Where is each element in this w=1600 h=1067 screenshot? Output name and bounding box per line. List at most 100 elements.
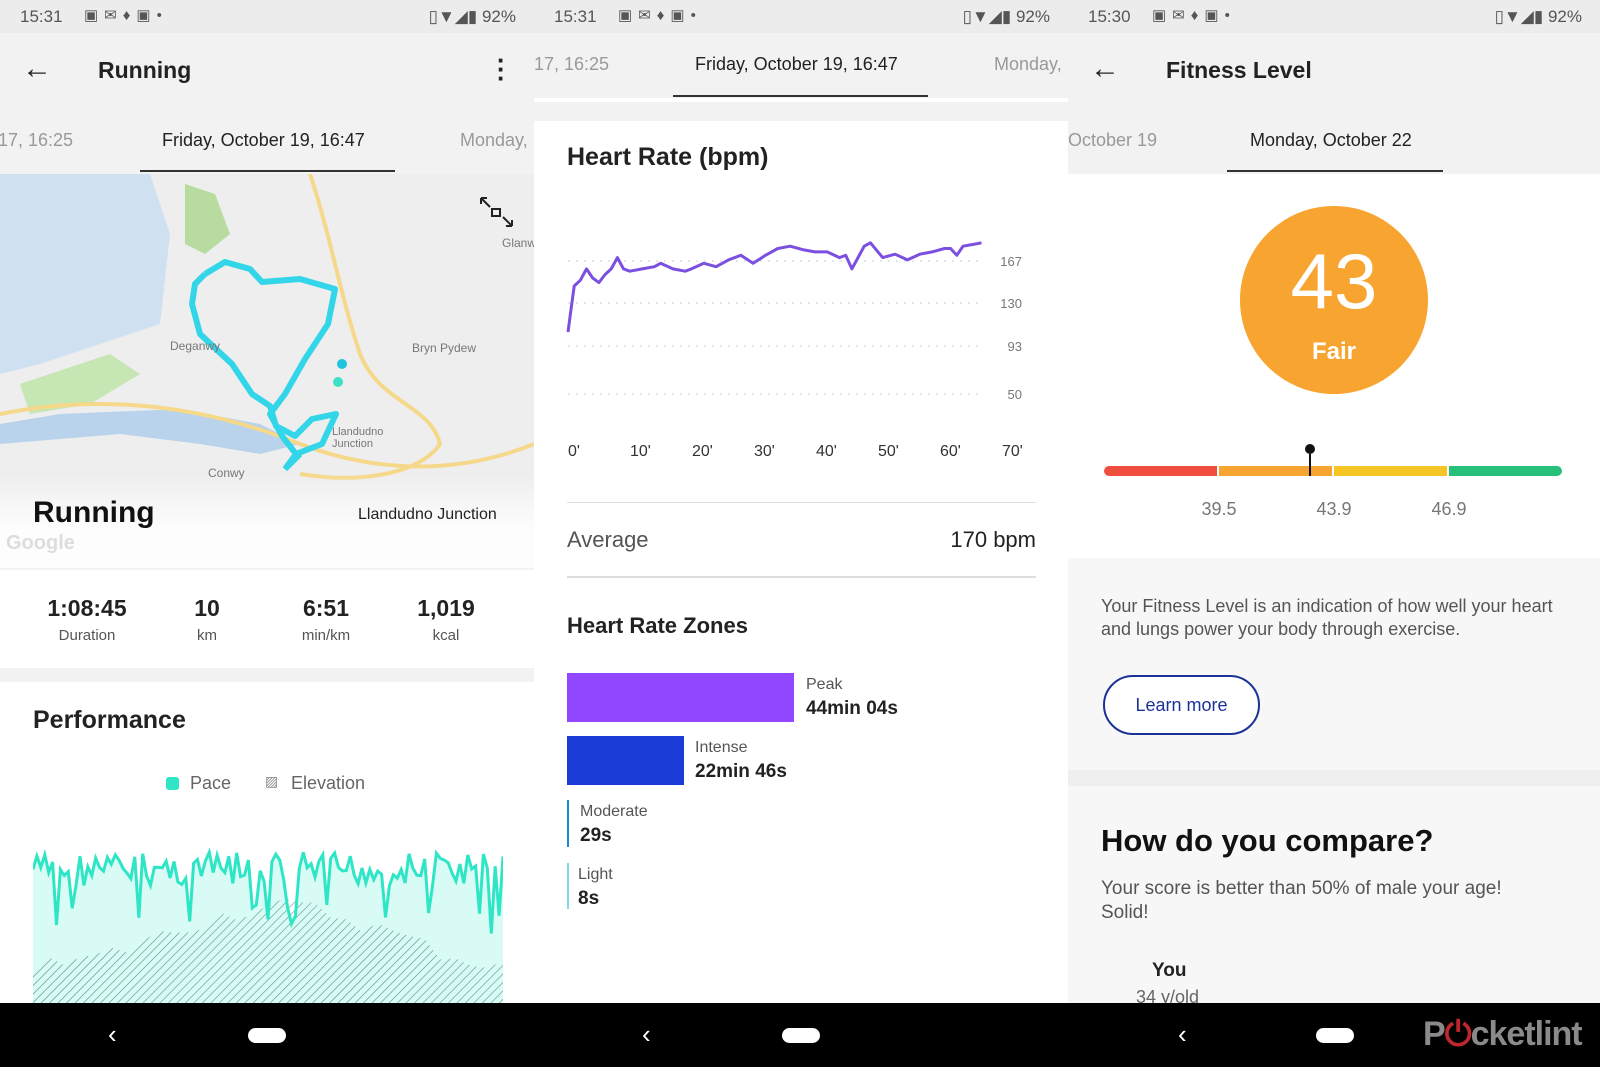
zone-bar-intense	[567, 736, 684, 785]
pace-chart	[33, 847, 503, 1003]
more-options-icon[interactable]: · · ·	[497, 47, 506, 91]
stat-duration: 1:08:45	[47, 595, 127, 621]
battery-percent: 92%	[481, 7, 516, 26]
zone-name: Peak	[806, 676, 843, 693]
you-label: You	[1152, 960, 1187, 981]
x-tick-label: 40'	[816, 443, 837, 460]
learn-more-button[interactable]: Learn more	[1103, 675, 1260, 735]
fitness-level-screen: 15:30 ▣✉♦▣• ▯▼◢▮ 92% ← Fitness Level Oct…	[1068, 0, 1600, 1003]
tab-previous[interactable]: 17, 16:25	[0, 130, 73, 151]
running-screen: 15:31 ▣✉♦▣• ▯▼◢▮ 92% ← Running · · · 17, 1…	[0, 0, 534, 1003]
zone-time: 44min 04s	[806, 698, 898, 719]
x-tick-label: 50'	[878, 443, 899, 460]
tab-current[interactable]: Monday, October 22	[1250, 130, 1412, 151]
performance-title: Performance	[33, 706, 186, 734]
stats-row: 1:08:45 Duration 10 km 6:51 min/km 1,019…	[0, 570, 534, 668]
pace-legend-swatch	[166, 777, 179, 790]
gauge-segment-poor	[1104, 466, 1217, 476]
tab-next[interactable]: Monday,	[460, 130, 528, 151]
average-label: Average	[567, 527, 649, 552]
compare-title: How do you compare?	[1101, 823, 1434, 858]
map-location-label: Llandudno Junction	[358, 506, 497, 523]
x-tick-label: 20'	[692, 443, 713, 460]
map-label: Deganwy	[170, 339, 221, 353]
fitness-rating: Fair	[1311, 338, 1356, 365]
elevation-legend-icon: ▨	[265, 773, 279, 789]
y-tick-label: 93	[1008, 339, 1022, 354]
x-tick-label: 0'	[568, 443, 580, 460]
gauge-segment-excellent	[1449, 466, 1562, 476]
score-circle: 43 Fair	[1240, 206, 1428, 394]
x-tick-label: 10'	[630, 443, 651, 460]
heart-rate-line	[566, 241, 982, 333]
tab-previous[interactable]: October 19	[1068, 130, 1157, 151]
battery-percent: 92%	[1015, 7, 1050, 26]
score-card: 43 Fair 39.5 43.9 46.9	[1068, 174, 1600, 558]
zone-time: 29s	[580, 825, 612, 846]
status-time: 15:31	[554, 7, 597, 26]
legend-pace: Pace	[190, 773, 232, 793]
battery-status: ▯▼◢▮ 92%	[428, 7, 516, 26]
tab-current[interactable]: Friday, October 19, 16:47	[695, 54, 898, 75]
zones-title: Heart Rate Zones	[567, 613, 748, 638]
zone-bar-moderate	[567, 800, 569, 847]
tab-next[interactable]: Monday,	[994, 54, 1062, 75]
battery-status: ▯▼◢▮ 92%	[962, 7, 1050, 26]
status-time: 15:30	[1088, 7, 1131, 26]
heart-rate-title: Heart Rate (bpm)	[567, 143, 769, 171]
pocketlint-watermark: P⏻cketlint	[1423, 1015, 1583, 1053]
route-map[interactable]: Deganwy Bryn Pydew Conwy Glanw Llandudno…	[0, 174, 534, 568]
tab-previous[interactable]: 17, 16:25	[534, 54, 609, 75]
stat-label: km	[197, 627, 217, 644]
map-activity-label: Running	[33, 496, 155, 529]
average-value: 170 bpm	[950, 527, 1036, 552]
you-age: 34 y/old	[1136, 987, 1200, 1003]
back-arrow-icon[interactable]: ←	[22, 52, 52, 86]
nav-back-icon[interactable]: ‹	[1178, 1019, 1187, 1050]
x-tick-label: 70'	[1002, 443, 1023, 460]
stat-distance: 10	[194, 595, 220, 621]
map-label: Llandudno Junction	[332, 426, 384, 450]
back-arrow-icon[interactable]: ←	[1090, 52, 1120, 86]
nav-home-button[interactable]	[782, 1028, 820, 1043]
notification-icons: ▣✉♦▣•	[618, 7, 702, 24]
page-title: Running	[98, 57, 192, 83]
nav-home-button[interactable]	[1316, 1028, 1354, 1043]
fitness-description: Your Fitness Level is an indication of h…	[1101, 596, 1553, 639]
map-label: Glanw	[502, 236, 534, 250]
zone-name: Moderate	[580, 803, 648, 820]
y-tick-label: 167	[1000, 254, 1022, 269]
tab-current[interactable]: Friday, October 19, 16:47	[162, 130, 365, 151]
heart-rate-chart: 50 93 130 167 0' 10' 20' 30' 40' 50' 60' 70'	[566, 241, 1023, 460]
expand-icon	[480, 197, 513, 227]
gauge-tick: 43.9	[1316, 499, 1352, 519]
heart-rate-card: Heart Rate (bpm) 50 93 130 167 0' 10' 20' 30' 40…	[534, 121, 1068, 976]
tab-indicator	[1227, 170, 1443, 172]
compare-text: Your score is better than 50% of male yo…	[1101, 878, 1502, 923]
stat-calories: 1,019	[417, 595, 475, 621]
status-time: 15:31	[20, 7, 63, 26]
tab-indicator	[673, 95, 928, 97]
stat-label: kcal	[432, 627, 460, 644]
stat-label: min/km	[301, 627, 351, 644]
zone-name: Light	[578, 866, 613, 883]
map-label: Bryn Pydew	[412, 341, 477, 355]
zone-name: Intense	[695, 739, 748, 756]
nav-back-icon[interactable]: ‹	[108, 1019, 117, 1050]
heart-rate-screen: 15:31 ▣✉♦▣• ▯▼◢▮ 92% 17, 16:25 Friday, O…	[534, 0, 1068, 1003]
zone-time: 8s	[578, 888, 600, 909]
performance-card: Performance Pace ▨ Elevation	[0, 682, 534, 1003]
map-watermark: Google	[6, 532, 75, 554]
zone-bar-light	[567, 863, 569, 909]
map-label: Conwy	[208, 466, 245, 480]
fitness-score: 43	[1290, 237, 1378, 325]
zone-time: 22min 46s	[695, 761, 787, 782]
y-tick-label: 130	[1000, 296, 1022, 311]
legend-elevation: Elevation	[291, 773, 366, 793]
nav-back-icon[interactable]: ‹	[642, 1019, 651, 1050]
stat-label: Duration	[58, 627, 116, 644]
gauge-segment-good	[1334, 466, 1447, 476]
status-bar: 15:30 ▣✉♦▣• ▯▼◢▮ 92%	[1068, 0, 1600, 33]
gauge-tick: 39.5	[1201, 499, 1237, 519]
nav-home-button[interactable]	[248, 1028, 286, 1043]
